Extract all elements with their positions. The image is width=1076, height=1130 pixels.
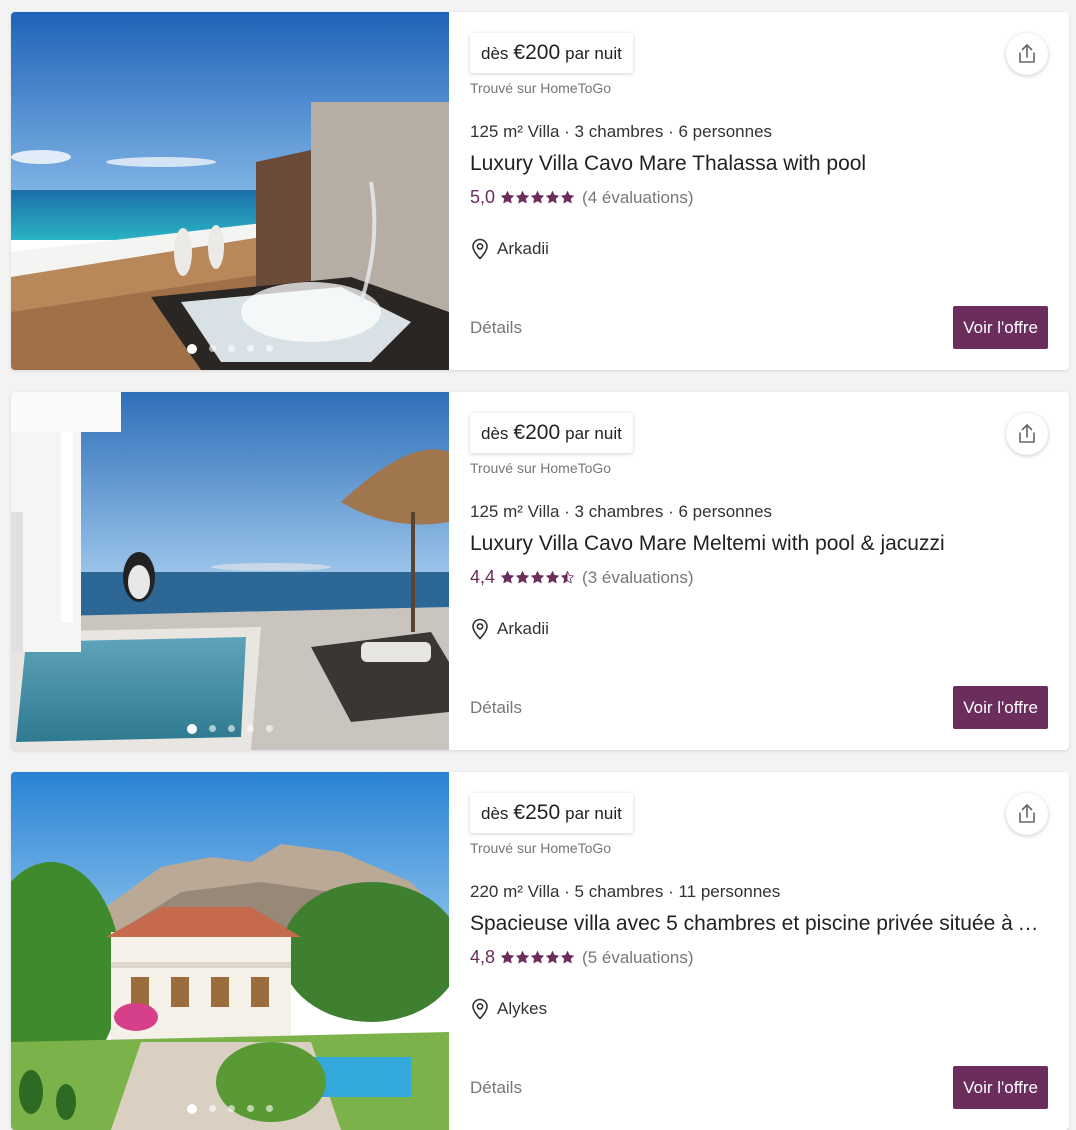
listing-location: Arkadii — [470, 238, 549, 260]
listing-card[interactable]: dès €200 par nuit Trouvé sur HomeToGo 12… — [11, 392, 1069, 750]
listing-specs: 220 m² Villa · 5 chambres · 11 personnes — [470, 882, 781, 901]
star-icon — [561, 951, 575, 964]
star-icon — [501, 951, 515, 964]
listing-specs: 125 m² Villa · 3 chambres · 6 personnes — [470, 502, 773, 521]
listing-location: Alykes — [470, 998, 547, 1020]
share-icon — [1019, 804, 1035, 823]
listing-info: dès €250 par nuit Trouvé sur HomeToGo 22… — [449, 772, 1069, 1130]
price-prefix: dès — [481, 424, 509, 443]
pagination-dot[interactable] — [266, 345, 273, 352]
photo-pagination[interactable] — [11, 724, 449, 734]
star-icon — [546, 951, 560, 964]
price-value: €200 — [513, 421, 561, 444]
rating-score: 5,0 — [470, 187, 496, 207]
rating-stars — [501, 951, 575, 964]
view-offer-button[interactable]: Voir l'offre — [953, 1066, 1048, 1109]
photo-pagination[interactable] — [11, 1104, 449, 1114]
pagination-dot[interactable] — [228, 725, 235, 732]
price-tag: dès €250 par nuit — [470, 793, 633, 833]
share-icon — [1019, 44, 1035, 63]
location-pin-icon — [472, 238, 488, 260]
listing-specs: 125 m² Villa · 3 chambres · 6 personnes — [470, 122, 773, 141]
share-icon — [1019, 424, 1035, 443]
listing-location: Arkadii — [470, 618, 549, 640]
star-icon — [531, 951, 545, 964]
location-name: Arkadii — [497, 619, 549, 638]
star-icon — [516, 571, 530, 584]
review-count: (3 évaluations) — [582, 567, 694, 587]
star-icon — [561, 191, 575, 204]
listing-title[interactable]: Spacieuse villa avec 5 chambres et pisci… — [470, 912, 1050, 936]
star-icon — [501, 191, 515, 204]
price-tag: dès €200 par nuit — [470, 413, 633, 453]
star-icon — [501, 571, 515, 584]
price-prefix: dès — [481, 804, 509, 823]
star-icon — [516, 951, 530, 964]
pagination-dot[interactable] — [228, 1105, 235, 1112]
pagination-dot[interactable] — [209, 345, 216, 352]
star-icon — [531, 571, 545, 584]
pagination-dot[interactable] — [209, 1105, 216, 1112]
share-button[interactable] — [1006, 33, 1048, 75]
price-suffix: par nuit — [565, 44, 622, 63]
star-icon — [531, 191, 545, 204]
listing-photo[interactable] — [11, 772, 449, 1130]
star-icon — [546, 571, 560, 584]
source-label: Trouvé sur HomeToGo — [470, 80, 612, 96]
star-icon — [546, 191, 560, 204]
view-offer-button[interactable]: Voir l'offre — [953, 306, 1048, 349]
listing-results: dès €200 par nuit Trouvé sur HomeToGo 12… — [0, 0, 1076, 1130]
price-value: €250 — [513, 801, 561, 824]
listing-rating: 4,4 (3 évaluations) — [470, 567, 694, 588]
price-tag: dès €200 par nuit — [470, 33, 633, 73]
listing-title[interactable]: Luxury Villa Cavo Mare Meltemi with pool… — [470, 532, 1050, 556]
pagination-dot[interactable] — [187, 724, 197, 734]
share-button[interactable] — [1006, 413, 1048, 455]
review-count: (4 évaluations) — [582, 187, 694, 207]
pagination-dot[interactable] — [247, 345, 254, 352]
price-suffix: par nuit — [565, 804, 622, 823]
source-label: Trouvé sur HomeToGo — [470, 840, 612, 856]
details-link[interactable]: Détails — [470, 698, 522, 718]
share-button[interactable] — [1006, 793, 1048, 835]
review-count: (5 évaluations) — [582, 947, 694, 967]
location-name: Alykes — [497, 999, 548, 1018]
listing-rating: 5,0 (4 évaluations) — [470, 187, 694, 208]
listing-card[interactable]: dès €250 par nuit Trouvé sur HomeToGo 22… — [11, 772, 1069, 1130]
pagination-dot[interactable] — [247, 1105, 254, 1112]
listing-title[interactable]: Luxury Villa Cavo Mare Thalassa with poo… — [470, 152, 1050, 176]
details-link[interactable]: Détails — [470, 1078, 522, 1098]
price-suffix: par nuit — [565, 424, 622, 443]
pagination-dot[interactable] — [266, 725, 273, 732]
photo-pagination[interactable] — [11, 344, 449, 354]
listing-info: dès €200 par nuit Trouvé sur HomeToGo 12… — [449, 12, 1069, 370]
source-label: Trouvé sur HomeToGo — [470, 460, 612, 476]
rating-stars — [501, 191, 575, 204]
pagination-dot[interactable] — [247, 725, 254, 732]
price-prefix: dès — [481, 44, 509, 63]
star-icon — [561, 571, 575, 584]
listing-card[interactable]: dès €200 par nuit Trouvé sur HomeToGo 12… — [11, 12, 1069, 370]
pagination-dot[interactable] — [187, 1104, 197, 1114]
rating-score: 4,8 — [470, 947, 496, 967]
listing-photo[interactable] — [11, 12, 449, 370]
location-pin-icon — [472, 618, 488, 640]
listing-photo[interactable] — [11, 392, 449, 750]
location-name: Arkadii — [497, 239, 549, 258]
price-value: €200 — [513, 41, 561, 64]
pagination-dot[interactable] — [209, 725, 216, 732]
pagination-dot[interactable] — [228, 345, 235, 352]
details-link[interactable]: Détails — [470, 318, 522, 338]
view-offer-button[interactable]: Voir l'offre — [953, 686, 1048, 729]
listing-info: dès €200 par nuit Trouvé sur HomeToGo 12… — [449, 392, 1069, 750]
listing-rating: 4,8 (5 évaluations) — [470, 947, 694, 968]
location-pin-icon — [472, 998, 488, 1020]
star-icon — [516, 191, 530, 204]
rating-score: 4,4 — [470, 567, 496, 587]
pagination-dot[interactable] — [266, 1105, 273, 1112]
rating-stars — [501, 571, 575, 584]
pagination-dot[interactable] — [187, 344, 197, 354]
